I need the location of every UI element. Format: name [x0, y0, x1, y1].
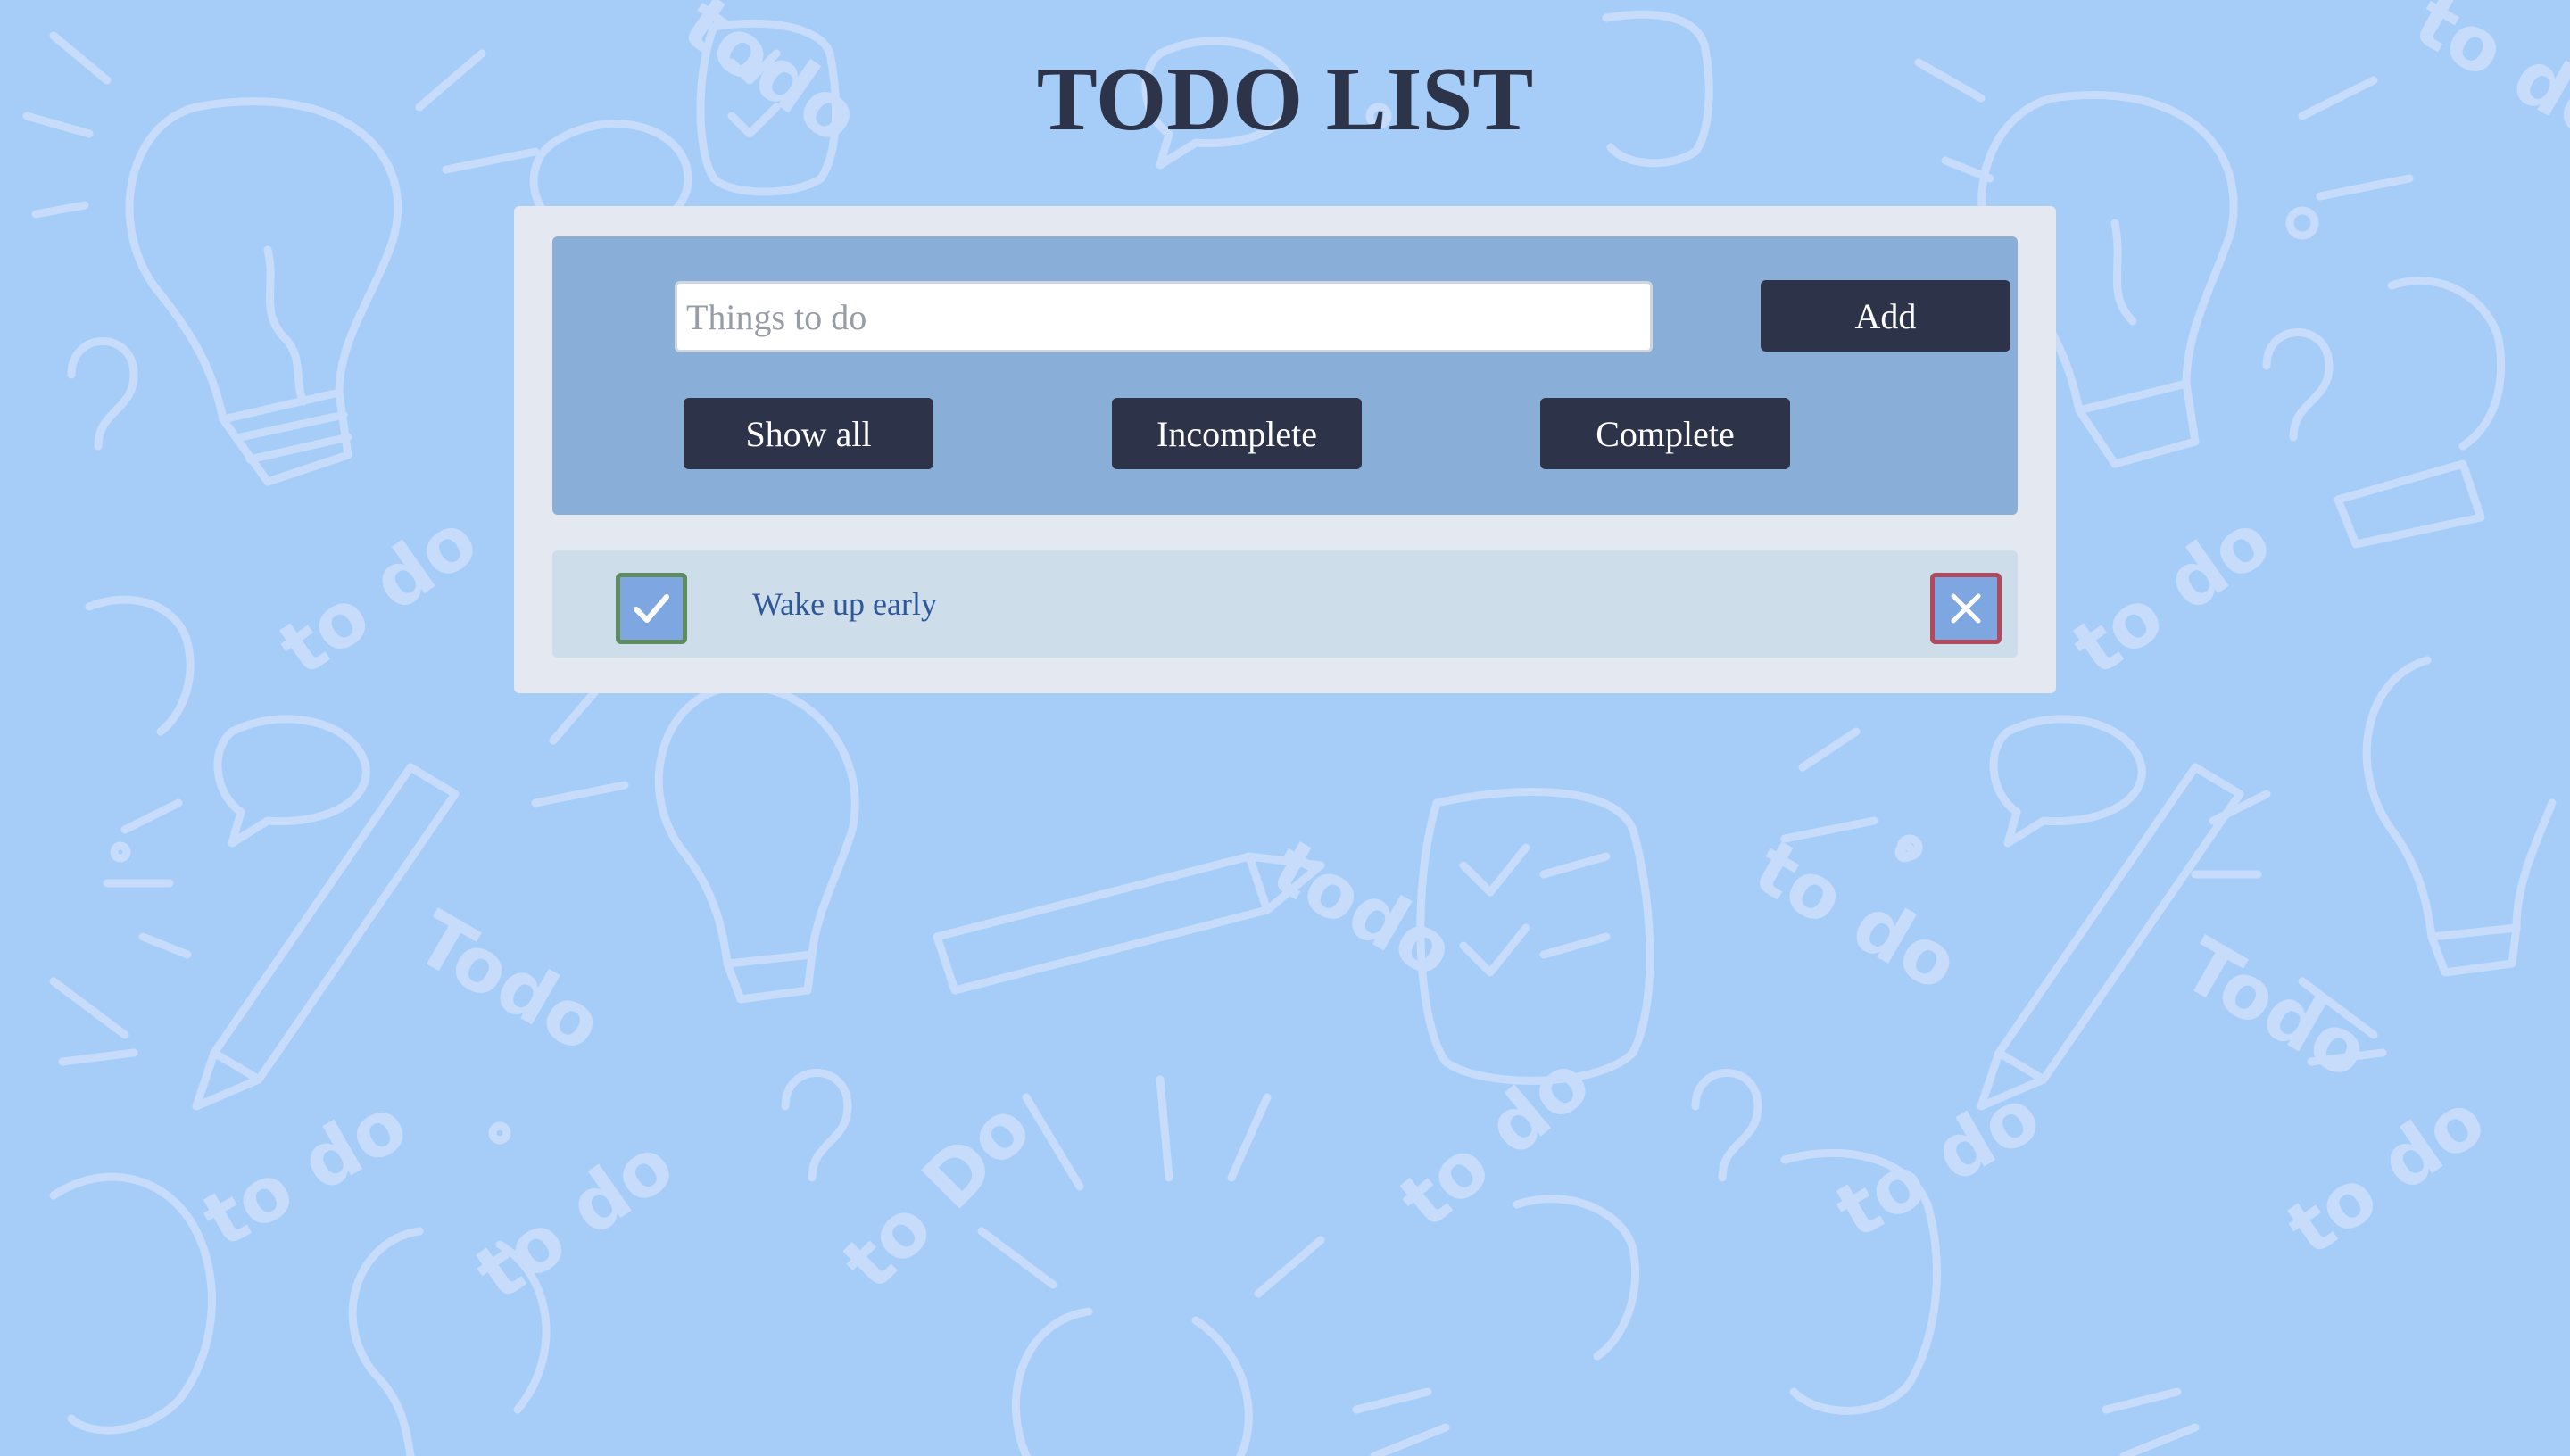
svg-text:to do: to do — [1383, 1038, 1607, 1245]
controls-panel: Add Show all Incomplete Complete — [552, 236, 2018, 515]
todo-item-text: Wake up early — [752, 586, 937, 622]
filter-incomplete-button[interactable]: Incomplete — [1112, 398, 1362, 469]
delete-button[interactable] — [1930, 573, 2002, 644]
svg-text:to do: to do — [188, 1080, 421, 1264]
todo-input[interactable] — [675, 281, 1653, 352]
svg-text:to Do: to Do — [825, 1084, 1048, 1306]
svg-text:to do: to do — [2057, 496, 2286, 693]
add-button[interactable]: Add — [1761, 280, 2010, 352]
svg-text:Todo: Todo — [402, 894, 617, 1069]
svg-text:to do: to do — [263, 496, 493, 693]
complete-toggle-button[interactable] — [616, 573, 687, 644]
todo-card: Add Show all Incomplete Complete Wake up… — [514, 206, 2056, 693]
svg-text:Todo: Todo — [2168, 921, 2383, 1096]
filter-show-all-button[interactable]: Show all — [684, 398, 933, 469]
svg-text:to do: to do — [2271, 1076, 2500, 1273]
check-icon — [634, 594, 669, 623]
filter-complete-button[interactable]: Complete — [1540, 398, 1790, 469]
page-title: TODO LIST — [1036, 49, 1534, 150]
svg-text:to do: to do — [460, 1121, 689, 1318]
todo-item: Wake up early — [552, 550, 2018, 658]
svg-text:to do: to do — [1821, 1071, 2054, 1255]
svg-text:todo: todo — [1258, 823, 1469, 995]
svg-text:to do: to do — [1740, 823, 1973, 1007]
close-icon — [1951, 593, 1981, 624]
